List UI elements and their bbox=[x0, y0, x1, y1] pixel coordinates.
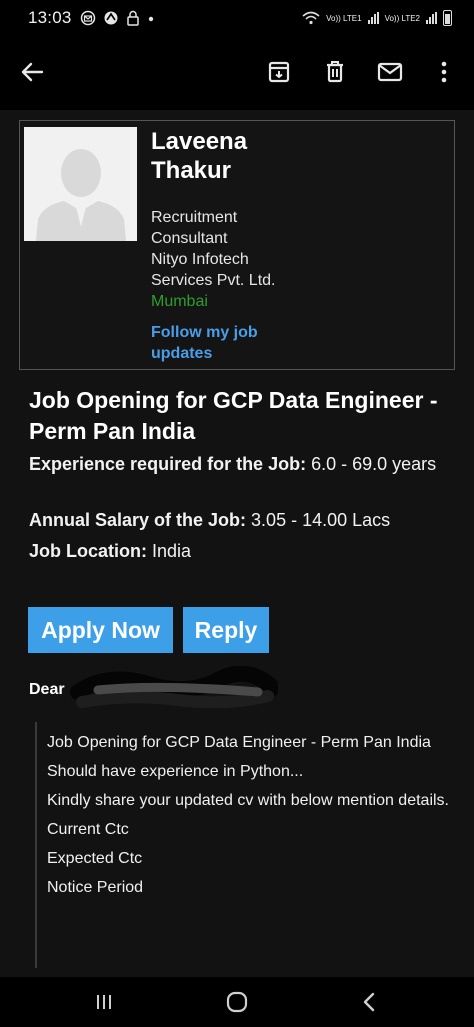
job-title: Job Opening for GCP Data Engineer - Perm… bbox=[29, 387, 438, 444]
status-time: 13:03 bbox=[28, 8, 72, 27]
app-icon bbox=[104, 11, 118, 25]
experience-label: Experience required for the Job: bbox=[29, 454, 307, 474]
apply-now-button[interactable]: Apply Now bbox=[28, 607, 173, 653]
status-right: Vo)) LTE1 Vo)) LTE2 bbox=[302, 10, 452, 26]
salary-value: 3.05 - 14.00 Lacs bbox=[251, 510, 391, 530]
signal2-icon bbox=[426, 12, 437, 24]
recruiter-title: Recruitment Consultant bbox=[151, 209, 238, 247]
dot-icon bbox=[148, 16, 153, 22]
mail-icon[interactable] bbox=[374, 56, 406, 88]
email-app-bar bbox=[0, 36, 474, 110]
recruiter-name: Laveena Thakur bbox=[151, 128, 248, 184]
body-line: Job Opening for GCP Data Engineer - Perm… bbox=[47, 734, 431, 751]
avatar bbox=[24, 127, 137, 241]
recruiter-card: Laveena Thakur Recruitment Consultant Ni… bbox=[19, 120, 455, 370]
redaction-scribble bbox=[70, 666, 278, 709]
system-nav-bar bbox=[0, 977, 474, 1027]
salary-label: Annual Salary of the Job: bbox=[29, 510, 247, 530]
greeting: Dear bbox=[29, 681, 65, 698]
body-line: Expected Ctc bbox=[47, 850, 143, 867]
signal1-icon bbox=[367, 12, 379, 24]
archive-icon[interactable] bbox=[263, 56, 295, 88]
lock-icon bbox=[126, 10, 139, 26]
sim1-label: Vo)) LTE1 bbox=[326, 13, 362, 23]
recruiter-details: Recruitment Consultant Nityo Infotech Se… bbox=[151, 207, 301, 291]
salary-detail: Annual Salary of the Job: 3.05 - 14.00 L… bbox=[29, 508, 449, 533]
follow-job-updates-link[interactable]: Follow my job updates bbox=[151, 322, 301, 364]
more-icon[interactable] bbox=[428, 56, 460, 88]
recruiter-city: Mumbai bbox=[151, 293, 208, 310]
body-line: Current Ctc bbox=[47, 821, 129, 838]
body-line: Kindly share your updated cv with below … bbox=[47, 792, 449, 809]
recruiter-company: Nityo Infotech Services Pvt. Ltd. bbox=[151, 251, 276, 289]
battery-icon bbox=[443, 10, 452, 26]
notification-icons bbox=[80, 10, 156, 26]
quoted-message: Job Opening for GCP Data Engineer - Perm… bbox=[35, 722, 455, 968]
experience-detail: Experience required for the Job: 6.0 - 6… bbox=[29, 452, 449, 477]
status-bar: 13:03 Vo)) LTE1 Vo)) LTE2 bbox=[0, 0, 474, 36]
back-icon[interactable] bbox=[356, 989, 384, 1015]
recents-icon[interactable] bbox=[90, 989, 118, 1015]
location-value: India bbox=[152, 541, 192, 561]
wifi-icon bbox=[302, 11, 320, 25]
email-body: Laveena Thakur Recruitment Consultant Ni… bbox=[0, 110, 474, 977]
location-detail: Job Location: India bbox=[29, 539, 449, 564]
home-icon[interactable] bbox=[223, 989, 251, 1015]
person-placeholder-icon bbox=[24, 127, 137, 241]
email-icon bbox=[80, 10, 95, 26]
experience-value: 6.0 - 69.0 years bbox=[311, 454, 437, 474]
reply-button[interactable]: Reply bbox=[183, 607, 269, 653]
location-label: Job Location: bbox=[29, 541, 147, 561]
body-line: Should have experience in Python... bbox=[47, 763, 304, 780]
sim2-label: Vo)) LTE2 bbox=[384, 13, 420, 23]
delete-icon[interactable] bbox=[319, 56, 351, 88]
body-line: Notice Period bbox=[47, 879, 144, 896]
back-arrow-icon[interactable] bbox=[16, 56, 48, 88]
